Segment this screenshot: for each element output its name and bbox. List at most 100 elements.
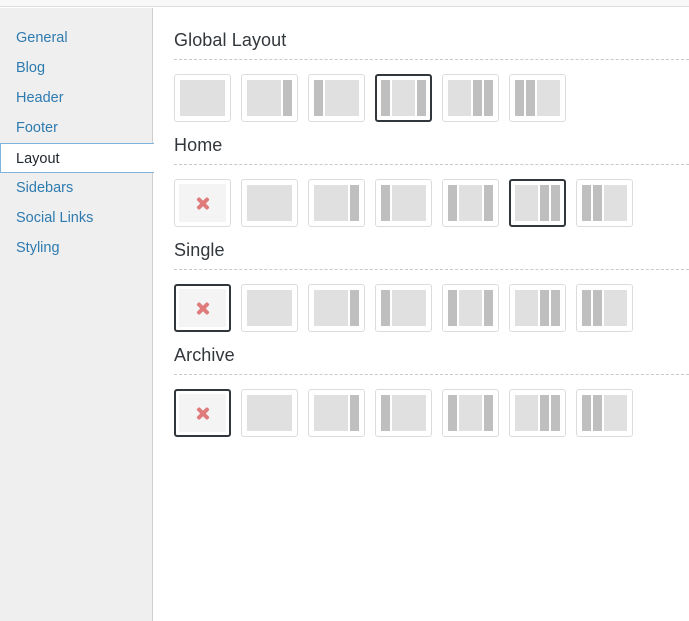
layout-option-full-width[interactable] <box>174 74 231 122</box>
thumb-sidebar-block <box>314 80 323 116</box>
layout-option-content-right-sidebar[interactable] <box>308 284 365 332</box>
layout-option-two-left-sidebars-content[interactable] <box>509 74 566 122</box>
theme-options-layout-page: General Blog Header Footer Layout Sidebars Soc… <box>0 0 689 621</box>
sidebar-item-label: Styling <box>16 240 60 256</box>
sidebar-item-label: Footer <box>16 120 58 136</box>
layout-option-full-width[interactable] <box>241 179 298 227</box>
thumb-content-block <box>247 395 292 431</box>
thumb-content-block <box>392 395 426 431</box>
thumb-sidebar-block <box>448 290 457 326</box>
sidebar-item-sidebars[interactable]: Sidebars <box>0 173 152 203</box>
thumb-sidebar-block <box>526 80 535 116</box>
none-x-icon <box>195 406 210 421</box>
thumb-content-block <box>537 80 560 116</box>
section-divider <box>174 59 689 60</box>
layout-option-left-sidebar-content[interactable] <box>375 284 432 332</box>
thumb-content-block <box>515 395 538 431</box>
thumb-sidebar-block <box>593 290 602 326</box>
sidebar-item-blog[interactable]: Blog <box>0 53 152 83</box>
thumb-content-block <box>604 395 627 431</box>
layout-option-content-right-sidebar[interactable] <box>308 389 365 437</box>
thumb-content-block <box>392 185 426 221</box>
thumb-content-block <box>459 185 482 221</box>
section-divider <box>174 164 689 165</box>
thumb-sidebar-block <box>381 80 390 116</box>
thumb-sidebar-block <box>515 80 524 116</box>
thumb-sidebar-block <box>582 185 591 221</box>
thumb-sidebar-block <box>448 185 457 221</box>
thumb-content-block <box>515 185 538 221</box>
thumb-sidebar-block <box>283 80 292 116</box>
none-x-icon <box>195 301 210 316</box>
layout-option-content-right-sidebar[interactable] <box>241 74 298 122</box>
layout-option-content-two-right-sidebars[interactable] <box>509 179 566 227</box>
thumb-sidebar-block <box>350 290 359 326</box>
thumb-content-block <box>604 185 627 221</box>
thumb-sidebar-block <box>350 395 359 431</box>
sidebar-item-label: Social Links <box>16 210 94 226</box>
thumb-sidebar-block <box>381 290 390 326</box>
thumb-sidebar-block <box>540 395 549 431</box>
layout-option-row <box>174 284 689 332</box>
settings-nav-list: General Blog Header Footer Layout Sidebars Soc… <box>0 23 154 263</box>
layout-option-sidebar-content-sidebar[interactable] <box>442 389 499 437</box>
sidebar-item-social-links[interactable]: Social Links <box>0 203 152 233</box>
thumb-sidebar-block <box>350 185 359 221</box>
thumb-content-block <box>180 80 225 116</box>
thumb-sidebar-block <box>582 395 591 431</box>
thumb-content-block <box>448 80 471 116</box>
layout-option-content-two-right-sidebars[interactable] <box>442 74 499 122</box>
thumb-content-block <box>392 290 426 326</box>
layout-option-left-sidebar-content[interactable] <box>375 389 432 437</box>
sidebar-item-label: Layout <box>16 151 60 167</box>
layout-option-row <box>174 74 689 122</box>
sidebar-item-label: Sidebars <box>16 180 74 196</box>
thumb-sidebar-block <box>448 395 457 431</box>
none-option-panel <box>179 184 226 222</box>
sidebar-item-general[interactable]: General <box>0 23 152 53</box>
thumb-content-block <box>247 80 281 116</box>
section-divider <box>174 269 689 270</box>
layout-section-home: Home <box>174 135 689 227</box>
thumb-content-block <box>314 185 348 221</box>
layout-section-single: Single <box>174 240 689 332</box>
layout-option-full-width[interactable] <box>241 389 298 437</box>
thumb-content-block <box>247 185 292 221</box>
section-title: Home <box>174 135 223 155</box>
thumb-sidebar-block <box>540 185 549 221</box>
layout-option-left-sidebar-content[interactable] <box>308 74 365 122</box>
layout-option-two-left-sidebars-content[interactable] <box>576 284 633 332</box>
none-option-panel <box>179 289 226 327</box>
layout-option-full-width[interactable] <box>241 284 298 332</box>
thumb-content-block <box>604 290 627 326</box>
thumb-sidebar-block <box>593 395 602 431</box>
sidebar-item-footer[interactable]: Footer <box>0 113 152 143</box>
settings-sidebar: General Blog Header Footer Layout Sidebars Soc… <box>0 8 154 621</box>
thumb-sidebar-block <box>473 80 482 116</box>
sidebar-item-label: General <box>16 30 68 46</box>
thumb-content-block <box>325 80 359 116</box>
section-title: Archive <box>174 345 235 365</box>
sidebar-item-layout[interactable]: Layout <box>0 143 154 173</box>
layout-option-two-left-sidebars-content[interactable] <box>576 179 633 227</box>
section-title: Global Layout <box>174 30 287 50</box>
layout-option-two-left-sidebars-content[interactable] <box>576 389 633 437</box>
layout-option-inherit-none[interactable] <box>174 179 231 227</box>
thumb-sidebar-block <box>582 290 591 326</box>
layout-option-content-two-right-sidebars[interactable] <box>509 389 566 437</box>
layout-option-content-two-right-sidebars[interactable] <box>509 284 566 332</box>
sidebar-item-header[interactable]: Header <box>0 83 152 113</box>
layout-option-sidebar-content-sidebar[interactable] <box>375 74 432 122</box>
layout-section-global-layout: Global Layout <box>174 30 689 122</box>
layout-option-content-right-sidebar[interactable] <box>308 179 365 227</box>
sidebar-item-styling[interactable]: Styling <box>0 233 152 263</box>
layout-option-left-sidebar-content[interactable] <box>375 179 432 227</box>
thumb-sidebar-block <box>381 395 390 431</box>
layout-option-sidebar-content-sidebar[interactable] <box>442 179 499 227</box>
thumb-sidebar-block <box>381 185 390 221</box>
layout-option-inherit-none[interactable] <box>174 389 231 437</box>
thumb-sidebar-block <box>484 395 493 431</box>
layout-option-sidebar-content-sidebar[interactable] <box>442 284 499 332</box>
layout-option-inherit-none[interactable] <box>174 284 231 332</box>
thumb-sidebar-block <box>417 80 426 116</box>
